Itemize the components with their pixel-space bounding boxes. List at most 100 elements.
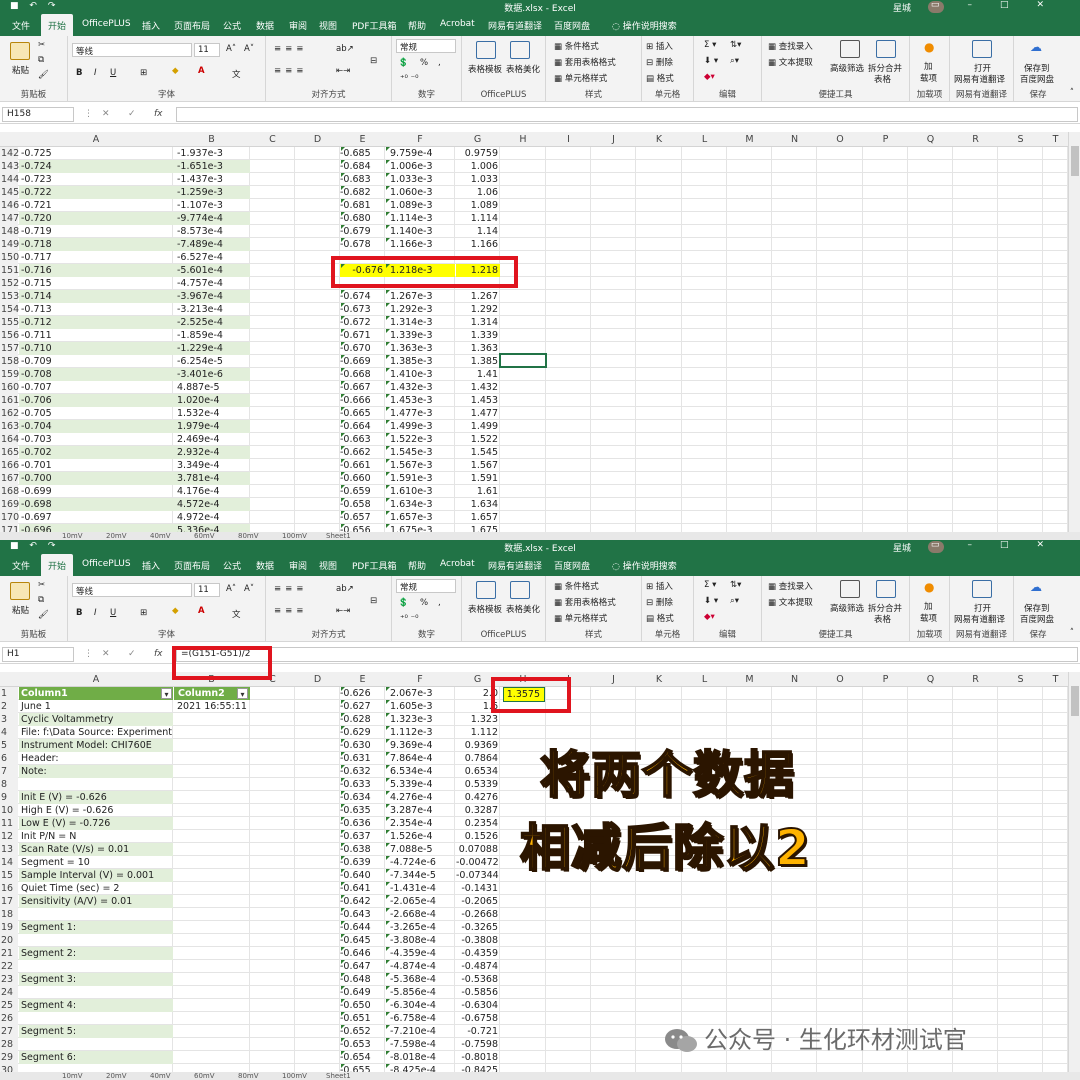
shrink-font-icon[interactable]: A˅ <box>244 584 254 594</box>
phonetic-icon[interactable]: 文 <box>232 608 241 620</box>
indent-icon[interactable]: ⇤⇥ <box>336 66 350 76</box>
cell-g[interactable]: 0.3287 <box>456 804 500 817</box>
row-number[interactable]: 9 <box>0 791 18 804</box>
cell-f[interactable]: 1.453e-3 <box>385 394 455 407</box>
cell-b[interactable]: 2021 16:55:11 <box>173 700 250 713</box>
tab-7[interactable]: 审阅 <box>289 19 307 32</box>
cell-a[interactable]: -0.710 <box>19 342 173 355</box>
paste-button[interactable]: 粘贴 <box>12 604 29 616</box>
row-number[interactable]: 168 <box>0 485 19 498</box>
tab-5[interactable]: 公式 <box>223 19 241 32</box>
grow-font-icon[interactable]: A˄ <box>226 44 236 54</box>
cell-a[interactable]: High E (V) = -0.626 <box>19 804 173 817</box>
tab-3[interactable]: 插入 <box>142 19 160 32</box>
row-number[interactable]: 2 <box>0 700 18 713</box>
cell-b[interactable]: 1.532e-4 <box>173 407 250 420</box>
cell-f[interactable]: -4.874e-4 <box>385 960 455 973</box>
vertical-align-icons[interactable]: ≡≡≡ <box>274 584 307 594</box>
column-header-E[interactable]: E <box>340 674 385 685</box>
cell-a[interactable]: -0.713 <box>19 303 173 316</box>
cell-a[interactable]: Segment 5: <box>19 1025 173 1038</box>
cell-f[interactable]: 1.089e-3 <box>385 199 455 212</box>
table-template-icon[interactable] <box>476 581 496 599</box>
row-number[interactable]: 3 <box>0 713 18 726</box>
selected-cell[interactable] <box>499 353 547 368</box>
table-beautify-icon[interactable] <box>510 581 530 599</box>
cell-g[interactable]: 1.089 <box>456 199 500 212</box>
cell-g[interactable]: 1.323 <box>456 713 500 726</box>
tab-9[interactable]: PDF工具箱 <box>352 19 397 32</box>
cell-a[interactable]: Segment 2: <box>19 947 173 960</box>
row-number[interactable]: 13 <box>0 843 18 856</box>
cell-f[interactable]: 5.339e-4 <box>385 778 455 791</box>
cell-style-button[interactable]: ▦ 单元格样式 <box>554 72 607 84</box>
cell-b[interactable]: 4.176e-4 <box>173 485 250 498</box>
cell-f[interactable]: 1.323e-3 <box>385 713 455 726</box>
sheet-tab[interactable]: Sheet1 <box>326 532 351 540</box>
text-extract-button[interactable]: ▦ 文本提取 <box>768 596 813 608</box>
cell-g[interactable]: 1.166 <box>456 238 500 251</box>
cell-b[interactable]: -9.774e-4 <box>173 212 250 225</box>
cell-a[interactable]: -0.721 <box>19 199 173 212</box>
cell-a[interactable]: File: f:\Data Source: Experiment <box>19 726 173 739</box>
sheet-tab[interactable]: 10mV <box>62 532 83 540</box>
italic-button[interactable]: I <box>94 68 97 78</box>
cell-g[interactable]: 1.567 <box>456 459 500 472</box>
cell-a[interactable]: -0.707 <box>19 381 173 394</box>
tab-4[interactable]: 页面布局 <box>174 559 210 572</box>
cell-a[interactable]: Quiet Time (sec) = 2 <box>19 882 173 895</box>
row-number[interactable]: 155 <box>0 316 19 329</box>
row-number[interactable]: 149 <box>0 238 19 251</box>
cell-b[interactable]: -6.527e-4 <box>173 251 250 264</box>
cell-a[interactable]: -0.702 <box>19 446 173 459</box>
tab-3[interactable]: 插入 <box>142 559 160 572</box>
row-number[interactable]: 20 <box>0 934 18 947</box>
row-number[interactable]: 145 <box>0 186 19 199</box>
cell-b[interactable]: -5.601e-4 <box>173 264 250 277</box>
cell-f[interactable]: 1.522e-3 <box>385 433 455 446</box>
grow-font-icon[interactable]: A˄ <box>226 584 236 594</box>
cell-g[interactable]: 1.545 <box>456 446 500 459</box>
paste-icon[interactable] <box>10 42 30 60</box>
cell-g[interactable]: 1.112 <box>456 726 500 739</box>
column-header-Q[interactable]: Q <box>908 134 953 145</box>
table-format-button[interactable]: ▦ 套用表格格式 <box>554 56 616 68</box>
cell-a[interactable]: Sample Interval (V) = 0.001 <box>19 869 173 882</box>
cell-f[interactable]: 2.067e-3 <box>385 687 455 700</box>
row-number[interactable]: 10 <box>0 804 18 817</box>
cell-g[interactable]: -0.6304 <box>456 999 500 1012</box>
column-header-D[interactable]: D <box>295 674 340 685</box>
shrink-font-icon[interactable]: A˅ <box>244 44 254 54</box>
clear-icon[interactable]: ◆▾ <box>704 612 715 622</box>
column-header-M[interactable]: M <box>727 134 772 145</box>
cell-f[interactable]: 6.534e-4 <box>385 765 455 778</box>
cell-g[interactable]: 1.522 <box>456 433 500 446</box>
column-header-K[interactable]: K <box>636 134 682 145</box>
cell-g[interactable]: 0.9369 <box>456 739 500 752</box>
cell-f[interactable]: 1.140e-3 <box>385 225 455 238</box>
bold-button[interactable]: B <box>76 608 82 618</box>
cut-icon[interactable]: ✂ <box>38 40 45 50</box>
cell-b[interactable]: 4.887e-5 <box>173 381 250 394</box>
cell-f[interactable]: 1.339e-3 <box>385 329 455 342</box>
paste-icon[interactable] <box>10 582 30 600</box>
adv-filter-icon[interactable] <box>840 580 860 598</box>
cell-a[interactable]: Segment = 10 <box>19 856 173 869</box>
cond-format-button[interactable]: ▦ 条件格式 <box>554 40 599 52</box>
worksheet-grid[interactable]: A B C D E F G H I J K L M N O P Q R S T 142 -0.725 -1.937e-3 -0… <box>0 132 1068 536</box>
format-button[interactable]: ▤ 格式 <box>646 612 674 624</box>
cell-a[interactable]: -0.704 <box>19 420 173 433</box>
cell-b[interactable]: 3.781e-4 <box>173 472 250 485</box>
cell-f[interactable]: 1.567e-3 <box>385 459 455 472</box>
column-header-S[interactable]: S <box>998 134 1043 145</box>
baidu-cloud-icon[interactable]: ☁ <box>1030 40 1042 54</box>
adv-filter-button[interactable]: 高级筛选 <box>830 602 864 614</box>
cell-g[interactable]: 1.499 <box>456 420 500 433</box>
cell-f[interactable]: 1.634e-3 <box>385 498 455 511</box>
cell-b[interactable]: -7.489e-4 <box>173 238 250 251</box>
column-header-I[interactable]: I <box>546 134 591 145</box>
tab-2[interactable]: OfficePLUS <box>82 19 131 29</box>
row-number[interactable]: 162 <box>0 407 19 420</box>
comma-button[interactable]: , <box>438 58 441 68</box>
clear-icon[interactable]: ◆▾ <box>704 72 715 82</box>
